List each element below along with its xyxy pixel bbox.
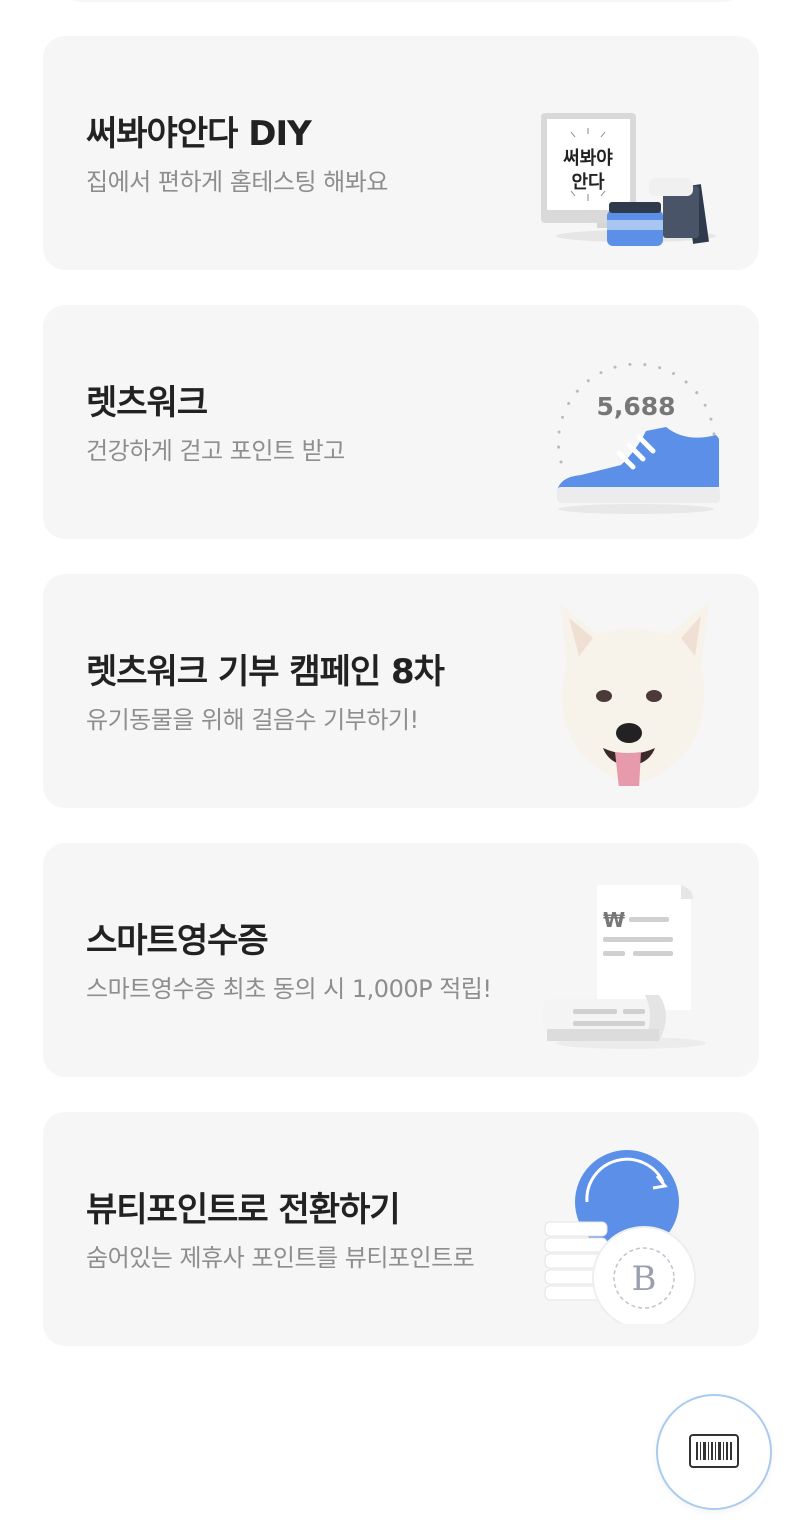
card-lets-walk[interactable]: 렛츠워크 건강하게 걷고 포인트 받고 5,688 [43, 305, 759, 539]
card-title: 써봐야안다 DIY [86, 114, 312, 154]
white-dog-photo [541, 596, 731, 786]
card-smart-receipt[interactable]: 스마트영수증 스마트영수증 최초 동의 시 1,000P 적립! ₩ [43, 843, 759, 1077]
barcode-icon [689, 1434, 739, 1468]
card-subtitle: 건강하게 걷고 포인트 받고 [86, 437, 345, 465]
card-title: 뷰티포인트로 전환하기 [86, 1190, 401, 1230]
previous-card-edge [64, 0, 740, 2]
svg-text:5,688: 5,688 [596, 392, 675, 421]
receipt-illustration: ₩ [541, 865, 731, 1055]
card-subtitle: 집에서 편하게 홈테스팅 해봐요 [86, 168, 388, 196]
monitor-cosmetics-illustration: 써봐야 안다 [541, 58, 731, 248]
svg-text:써봐야: 써봐야 [563, 148, 613, 169]
card-home-testing[interactable]: 써봐야안다 DIY 집에서 편하게 홈테스팅 해봐요 써봐야 안다 [43, 36, 759, 270]
svg-text:₩: ₩ [603, 908, 625, 932]
card-subtitle: 유기동물을 위해 걸음수 기부하기! [86, 706, 419, 734]
point-conversion-illustration: B [541, 1134, 731, 1324]
svg-text:B: B [632, 1259, 657, 1299]
card-subtitle: 숨어있는 제휴사 포인트를 뷰티포인트로 [86, 1244, 475, 1272]
barcode-button[interactable] [656, 1394, 772, 1510]
card-title: 렛츠워크 기부 캠페인 8차 [86, 652, 445, 692]
card-subtitle: 스마트영수증 최초 동의 시 1,000P 적립! [86, 975, 492, 1003]
svg-text:안다: 안다 [571, 172, 605, 193]
card-beauty-point-conversion[interactable]: 뷰티포인트로 전환하기 숨어있는 제휴사 포인트를 뷰티포인트로 B [43, 1112, 759, 1346]
card-title: 렛츠워크 [86, 383, 208, 423]
sneaker-step-counter-illustration: 5,688 [541, 327, 731, 517]
card-title: 스마트영수증 [86, 921, 269, 961]
card-donation-campaign[interactable]: 렛츠워크 기부 캠페인 8차 유기동물을 위해 걸음수 기부하기! [43, 574, 759, 808]
